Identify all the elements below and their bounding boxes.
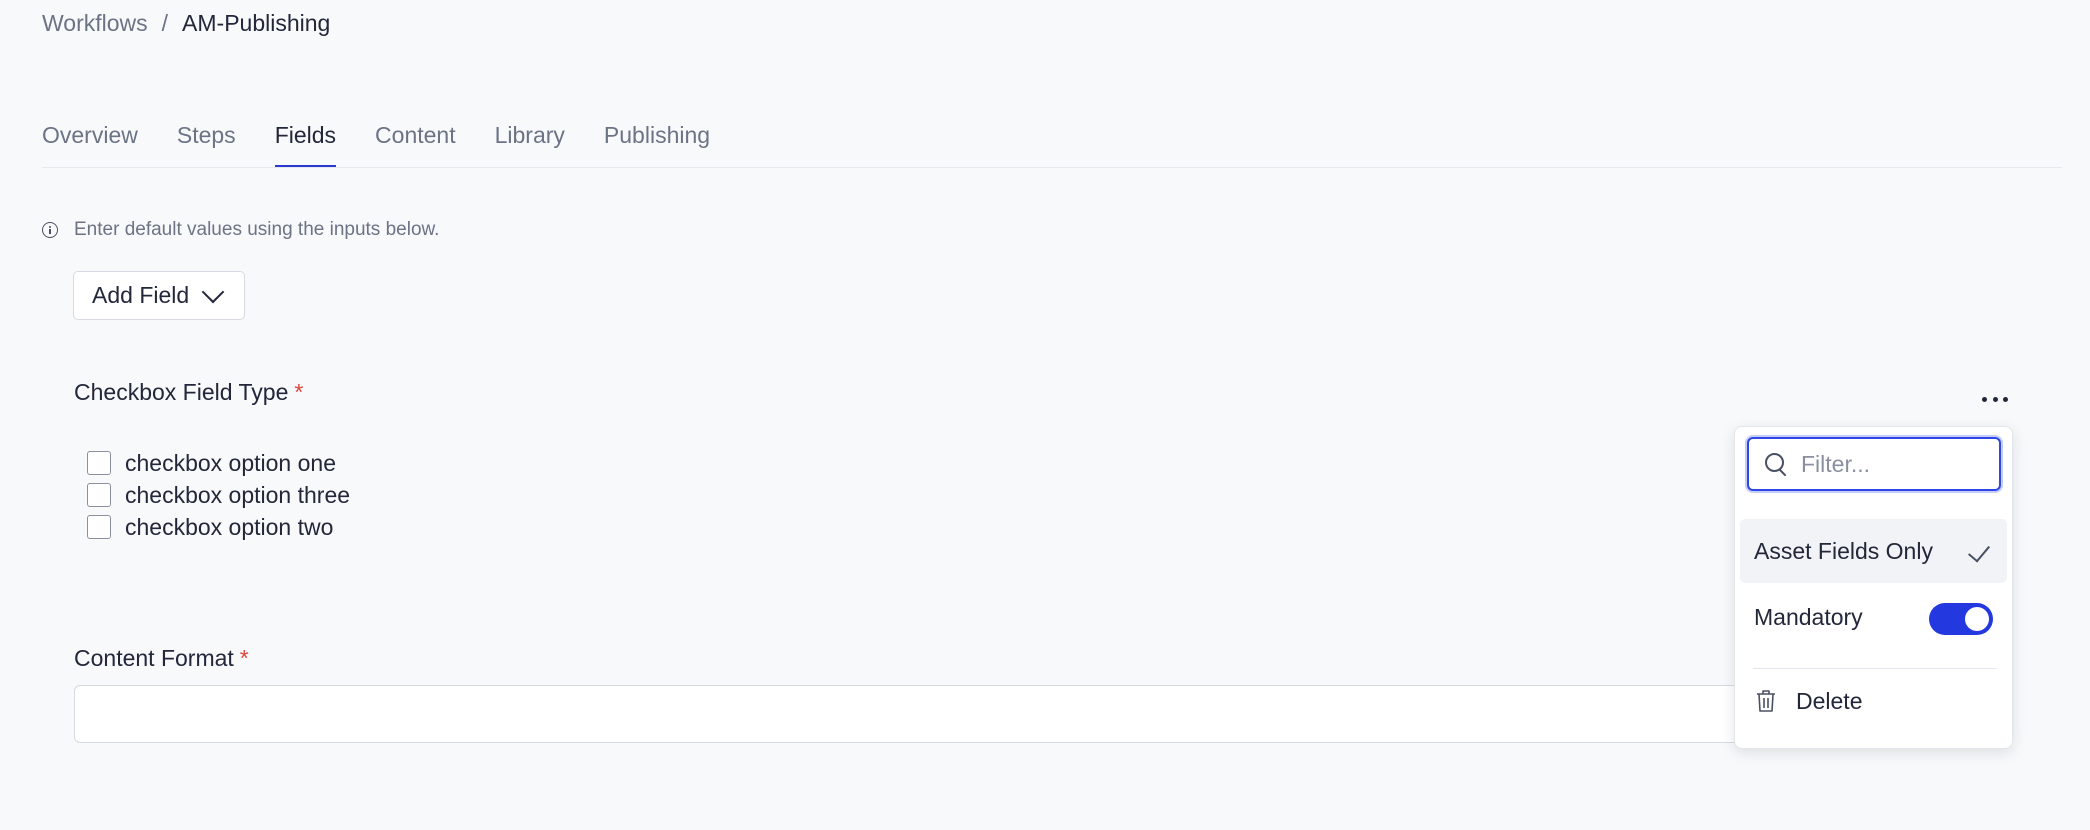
more-horizontal-icon <box>1992 396 1998 402</box>
tab-overview[interactable]: Overview <box>42 116 138 168</box>
menu-item-asset-fields-only[interactable]: Asset Fields Only <box>1740 519 2007 583</box>
tab-library[interactable]: Library <box>495 116 565 168</box>
checkbox-option[interactable]: checkbox option three <box>87 479 350 511</box>
more-horizontal-icon <box>2003 396 2008 402</box>
checkbox[interactable] <box>87 515 111 539</box>
tab-fields[interactable]: Fields <box>274 116 337 168</box>
menu-item-mandatory: Mandatory <box>1740 585 2007 649</box>
menu-item-label: Mandatory <box>1754 603 1863 630</box>
info-text: Enter default values using the inputs be… <box>74 219 440 240</box>
content-format-input[interactable] <box>74 685 1834 743</box>
tab-bar: Overview Steps Fields Content Library Pu… <box>42 116 749 168</box>
checkbox[interactable] <box>87 483 111 507</box>
info-icon <box>42 222 58 238</box>
info-message: Enter default values using the inputs be… <box>42 219 439 241</box>
more-horizontal-icon <box>1982 396 1987 402</box>
required-asterisk: * <box>239 645 249 671</box>
breadcrumb-current: AM-Publishing <box>182 10 331 36</box>
checkbox-field-label: Checkbox Field Type * <box>74 379 303 406</box>
field-options-button[interactable] <box>1982 386 2008 412</box>
menu-item-delete[interactable]: Delete <box>1740 669 2007 733</box>
breadcrumb-separator: / <box>161 10 169 36</box>
checkbox-option[interactable]: checkbox option one <box>87 447 350 479</box>
checkbox-field-label-text: Checkbox Field Type <box>74 379 289 405</box>
checkbox-option[interactable]: checkbox option two <box>87 511 350 543</box>
menu-item-label: Delete <box>1796 687 1863 714</box>
check-icon <box>1967 539 1991 563</box>
checkbox[interactable] <box>87 451 111 475</box>
filter-field[interactable] <box>1747 437 2001 491</box>
checkbox-option-label: checkbox option one <box>125 449 336 476</box>
content-format-label-text: Content Format <box>74 645 234 671</box>
chevron-down-icon <box>201 280 225 303</box>
tab-publishing[interactable]: Publishing <box>604 116 710 168</box>
field-options-menu: Asset Fields Only Mandatory Delete <box>1734 426 2013 749</box>
required-asterisk: * <box>294 379 304 405</box>
trash-icon <box>1757 690 1775 712</box>
add-field-label: Add Field <box>92 282 190 308</box>
tab-content[interactable]: Content <box>375 116 456 168</box>
checkbox-option-list: checkbox option one checkbox option thre… <box>87 447 350 543</box>
breadcrumb: Workflows / AM-Publishing <box>42 10 330 37</box>
add-field-button[interactable]: Add Field <box>73 271 245 320</box>
content-format-label: Content Format * <box>74 645 249 672</box>
menu-item-label: Asset Fields Only <box>1754 537 1933 564</box>
filter-input[interactable] <box>1801 450 1971 478</box>
search-icon <box>1765 453 1787 475</box>
checkbox-option-label: checkbox option two <box>125 513 334 540</box>
checkbox-option-label: checkbox option three <box>125 481 351 508</box>
breadcrumb-workflows-link[interactable]: Workflows <box>42 10 148 37</box>
mandatory-toggle[interactable] <box>1929 603 1993 635</box>
tabs-divider <box>42 167 2062 168</box>
tab-steps[interactable]: Steps <box>177 116 236 168</box>
